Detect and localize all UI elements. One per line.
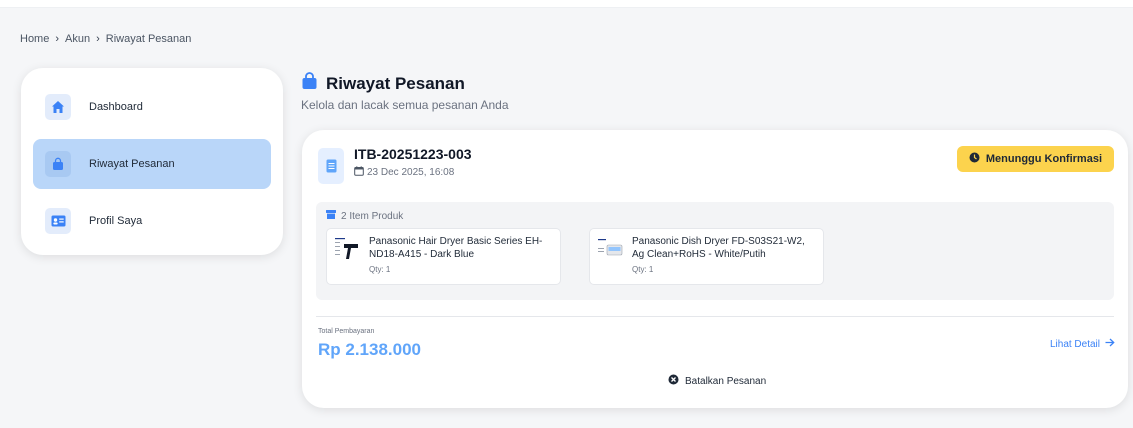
cancel-order-button[interactable]: Batalkan Pesanan [668,374,766,388]
breadcrumb-current: Riwayat Pesanan [105,33,192,45]
calendar-icon [354,166,364,179]
product-thumbnail-hair-dryer [333,235,361,263]
breadcrumb-separator: › [96,33,100,45]
home-icon [45,94,71,120]
id-card-icon [45,208,71,234]
items-count-text: 2 Item Produk [341,210,404,222]
breadcrumb-account[interactable]: Akun [65,33,90,45]
cancel-circle-icon [668,374,679,388]
order-id: ITB-20251223-003 [354,146,472,162]
sidebar-item-label: Dashboard [89,101,143,113]
shopping-bag-icon [45,151,71,177]
product-item[interactable]: Panasonic Dish Dryer FD-S03S21-W2, Ag Cl… [589,228,824,285]
sidebar-item-riwayat-pesanan[interactable]: Riwayat Pesanan [33,139,271,189]
product-name: Panasonic Dish Dryer FD-S03S21-W2, Ag Cl… [632,236,805,260]
receipt-icon [318,148,344,184]
page-title-text: Riwayat Pesanan [326,73,465,93]
product-list: Panasonic Hair Dryer Basic Series EH-ND1… [326,228,1104,285]
order-header: ITB-20251223-003 23 Dec 2025, 16:08 [318,146,472,184]
total-value: Rp 2.138.000 [318,340,422,359]
divider [316,316,1114,317]
total-label: Total Pembayaran [318,328,375,335]
page-title: Riwayat Pesanan [301,72,465,95]
clock-icon [969,152,980,166]
view-detail-link[interactable]: Lihat Detail [1050,338,1115,350]
order-date-text: 23 Dec 2025, 16:08 [367,167,455,178]
breadcrumb-separator: › [55,33,60,45]
sidebar-item-label: Profil Saya [89,215,143,227]
sidebar-item-profil-saya[interactable]: Profil Saya [33,196,271,246]
page-subtitle: Kelola dan lacak semua pesanan Anda [301,98,509,112]
product-qty: Qty: 1 [632,265,654,274]
product-qty: Qty: 1 [369,265,391,274]
status-text: Menunggu Konfirmasi [985,153,1102,165]
product-item[interactable]: Panasonic Hair Dryer Basic Series EH-ND1… [326,228,561,285]
product-name: Panasonic Hair Dryer Basic Series EH-ND1… [369,236,543,260]
order-card: ITB-20251223-003 23 Dec 2025, 16:08 Menu… [302,130,1128,408]
sidebar-item-dashboard[interactable]: Dashboard [33,82,271,132]
view-detail-label: Lihat Detail [1049,338,1100,350]
sidebar-item-label: Riwayat Pesanan [89,158,175,170]
status-badge: Menunggu Konfirmasi [956,146,1114,172]
top-bar [0,0,1133,8]
cancel-order-label: Batalkan Pesanan [685,375,767,387]
breadcrumb: Home › Akun › Riwayat Pesanan [20,33,191,45]
product-thumbnail-dish-dryer [596,235,624,263]
shopping-bag-icon [301,72,318,95]
order-items-box: 2 Item Produk Panasonic Hair Dryer Basic… [316,202,1114,300]
order-date: 23 Dec 2025, 16:08 [354,166,472,179]
box-icon [326,210,336,222]
breadcrumb-home[interactable]: Home [20,33,49,45]
sidebar: Dashboard Riwayat Pesanan Profil Saya [21,68,283,255]
arrow-right-icon [1105,338,1115,350]
items-count: 2 Item Produk [326,210,1104,222]
